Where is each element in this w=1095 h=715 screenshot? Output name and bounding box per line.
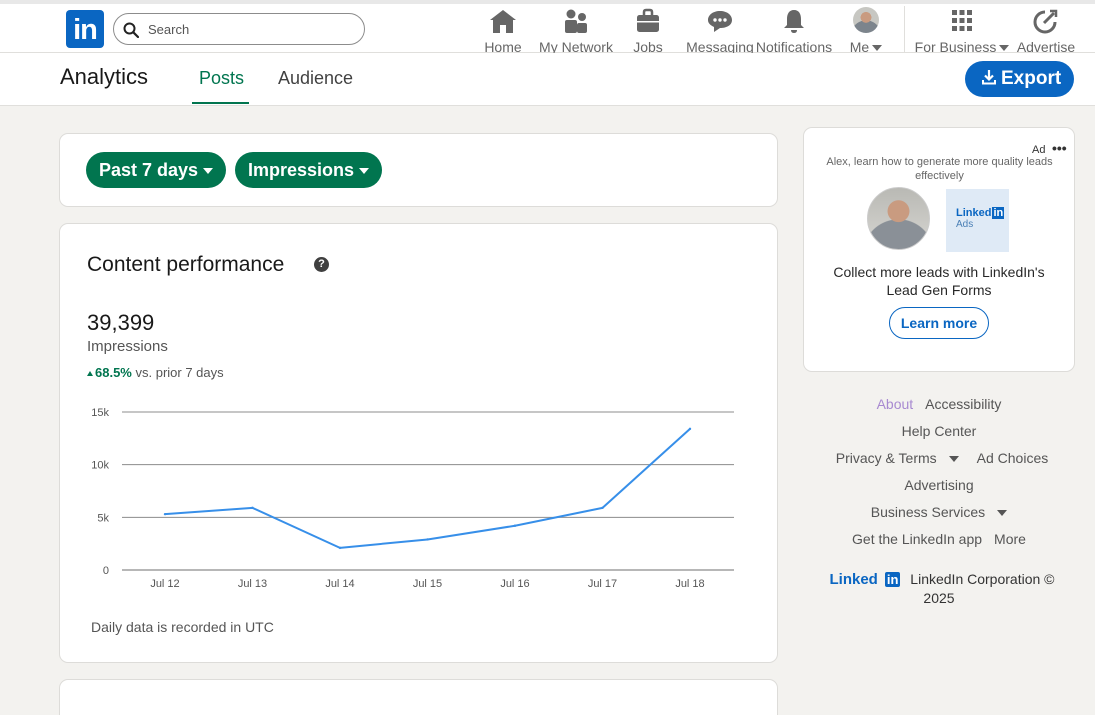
x-tick-label: Jul 16 (500, 578, 529, 590)
x-tick-label: Jul 12 (150, 578, 179, 590)
chevron-down-icon (948, 456, 959, 463)
card-title: Content performance (87, 253, 285, 276)
x-tick-label: Jul 13 (238, 578, 267, 590)
chart-footnote: Daily data is recorded in UTC (91, 619, 274, 635)
footer-copyright: LinkedIn Corporation © 2025 (910, 571, 1055, 606)
y-tick-label: 5k (97, 512, 109, 524)
data-point[interactable] (426, 538, 429, 541)
nav-me[interactable]: Me (846, 6, 886, 55)
avatar (853, 7, 879, 33)
y-tick-label: 0 (103, 565, 109, 577)
chevron-down-icon (997, 510, 1008, 517)
chevron-down-icon (999, 45, 1010, 52)
ad-member-photo (867, 187, 930, 250)
delta-text: vs. prior 7 days (135, 365, 224, 380)
x-tick-label: Jul 15 (413, 578, 442, 590)
search-input[interactable] (148, 19, 348, 39)
impressions-series-line (164, 428, 691, 549)
footer-help-center-link[interactable]: Help Center (902, 423, 977, 439)
nav-jobs[interactable]: Jobs (630, 6, 666, 55)
footer-linkedin-logo: Linked in (824, 571, 907, 589)
footer-privacy-terms-label: Privacy & Terms (835, 450, 937, 466)
chevron-down-icon (203, 167, 214, 174)
data-point[interactable] (688, 427, 692, 431)
tab-audience[interactable]: Audience (278, 68, 353, 89)
briefcase-icon (637, 8, 659, 32)
footer-privacy-terms-link[interactable]: Privacy & Terms (830, 450, 965, 466)
x-tick-label: Jul 17 (588, 578, 617, 590)
nav-advertise[interactable]: Advertise (1016, 6, 1076, 55)
data-point[interactable] (601, 506, 604, 510)
ads-brand-sub: Ads (956, 219, 974, 230)
footer-logo-text: Linked (829, 571, 878, 588)
delta-comparison: 68.5% vs. prior 7 days (87, 365, 224, 380)
help-icon[interactable]: ? (314, 257, 329, 272)
date-range-label: Past 7 days (99, 159, 199, 180)
tab-posts[interactable]: Posts (199, 68, 244, 89)
advertise-icon (1033, 9, 1058, 34)
nav-home[interactable]: Home (482, 6, 524, 55)
home-icon (490, 10, 516, 33)
active-tab-indicator (192, 102, 249, 104)
more-options-icon[interactable]: ••• (1052, 140, 1067, 156)
data-point[interactable] (513, 524, 517, 527)
analytics-header: Analytics Posts Audience Export (0, 53, 1095, 106)
footer-more-link[interactable]: More (994, 531, 1026, 547)
learn-more-button[interactable]: Learn more (889, 307, 989, 339)
ad-card: Ad ••• Alex, learn how to generate more … (803, 127, 1075, 372)
total-impressions: 39,399 (87, 310, 155, 335)
data-point[interactable] (251, 506, 254, 510)
export-button[interactable]: Export (965, 61, 1074, 97)
chevron-down-icon (359, 167, 370, 174)
nav-for-business[interactable]: For Business (914, 6, 1010, 55)
ads-brand-name: Linked (956, 207, 992, 219)
footer-logo-in: in (884, 572, 901, 587)
data-point[interactable] (163, 512, 167, 516)
ads-brand-in: in (992, 207, 1005, 219)
download-icon (982, 70, 996, 85)
y-tick-label: 10k (91, 460, 109, 472)
nav-divider (904, 6, 905, 54)
bell-icon (784, 10, 804, 33)
network-icon (565, 9, 587, 33)
ad-pitch: Alex, learn how to generate more quality… (826, 156, 1053, 182)
ad-headline: Collect more leads with LinkedIn's Lead … (833, 264, 1045, 298)
page-title: Analytics (60, 64, 149, 89)
data-point[interactable] (338, 546, 342, 550)
footer-get-app-link[interactable]: Get the LinkedIn app (852, 531, 982, 547)
grid-icon (952, 10, 972, 31)
linkedin-ads-logo: Linked in Ads (946, 189, 1009, 252)
up-arrow-icon (87, 371, 93, 376)
filter-card: Past 7 days Impressions (59, 133, 778, 207)
nav-my-network[interactable]: My Network (537, 6, 615, 55)
footer-business-services-label: Business Services (870, 504, 986, 520)
content-performance-card: Content performance ? 39,399 Impressions… (59, 223, 778, 663)
footer-accessibility-link[interactable]: Accessibility (925, 396, 1001, 412)
footer-ad-choices-link[interactable]: Ad Choices (977, 450, 1049, 466)
linkedin-logo[interactable]: in (66, 10, 104, 48)
metric-label: Impressions (87, 338, 168, 355)
y-tick-label: 15k (91, 407, 109, 419)
footer-about-link[interactable]: About (877, 396, 914, 412)
x-tick-label: Jul 18 (675, 578, 704, 590)
nav-notifications[interactable]: Notifications (754, 6, 834, 55)
message-icon (708, 11, 732, 32)
footer-business-services-link[interactable]: Business Services (865, 504, 1013, 520)
export-label: Export (1001, 68, 1062, 89)
metric-filter[interactable]: Impressions (235, 152, 382, 188)
date-range-filter[interactable]: Past 7 days (86, 152, 226, 188)
x-tick-label: Jul 14 (325, 578, 354, 590)
search-bar[interactable] (113, 13, 365, 45)
nav-messaging[interactable]: Messaging (686, 6, 754, 55)
chevron-down-icon (872, 45, 883, 52)
metric-filter-label: Impressions (248, 159, 355, 180)
next-card (59, 679, 778, 715)
search-icon (123, 22, 139, 38)
top-nav: in Home My Network Jobs Messaging Notifi… (0, 0, 1095, 55)
delta-percent: 68.5% (95, 365, 132, 380)
impressions-line-chart: 0 5k 10k 15k Jul 12 Jul 13 Jul 14 Jul 15 Jul 16 J… (91, 407, 734, 590)
footer-advertising-link[interactable]: Advertising (904, 477, 973, 493)
